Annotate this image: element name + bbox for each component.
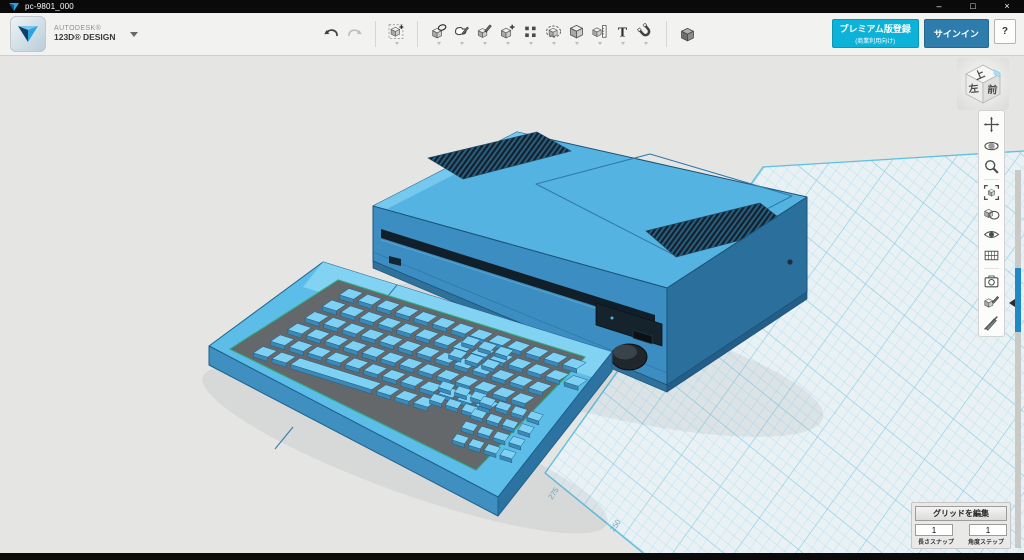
- undo-button[interactable]: [320, 26, 343, 43]
- app-logo-icon: [9, 2, 19, 12]
- transform-icon: [430, 23, 447, 40]
- sketch-button[interactable]: [450, 23, 473, 45]
- toolbar-separator: [375, 21, 376, 47]
- fit-view-icon[interactable]: [983, 184, 1000, 201]
- redo-button[interactable]: [343, 26, 366, 43]
- measure-icon: [591, 23, 608, 40]
- window-title: pc-9801_000: [25, 2, 74, 11]
- help-button[interactable]: ?: [994, 19, 1016, 44]
- text-tool-icon: T: [618, 24, 627, 39]
- edit-grid-button[interactable]: グリッドを編集: [915, 506, 1007, 521]
- modify-icon: [499, 23, 516, 40]
- power-led: [611, 317, 614, 320]
- close-button[interactable]: ×: [990, 0, 1024, 13]
- modify-button[interactable]: [496, 23, 519, 45]
- volume-knob: [611, 344, 647, 370]
- pattern-button[interactable]: [519, 23, 542, 45]
- nav-separator: [984, 268, 999, 269]
- view-cube[interactable]: 上 左 前: [957, 58, 1009, 110]
- panel-collapse-arrow-icon[interactable]: [1009, 299, 1015, 307]
- construct-icon: [476, 23, 493, 40]
- combine-icon: [568, 23, 585, 40]
- screenshot-icon[interactable]: [983, 273, 1000, 290]
- show-solids-icon[interactable]: [983, 294, 1000, 311]
- primitives-icon: [388, 23, 405, 40]
- account-actions: プレミアム版登録 (商業利用向け) サインイン ?: [832, 19, 1017, 48]
- combine-button[interactable]: [565, 23, 588, 45]
- minimize-button[interactable]: –: [922, 0, 956, 13]
- brand-text: AUTODESK® 123D® DESIGN: [54, 25, 116, 43]
- vertical-scrollbar-track[interactable]: [1015, 170, 1021, 548]
- dropdown-caret-icon: [460, 42, 464, 45]
- grid-edit-panel: グリッドを編集 長さスナップ 角度ステップ: [911, 502, 1011, 549]
- dropdown-caret-icon: [575, 42, 579, 45]
- pan-icon[interactable]: [983, 116, 1000, 133]
- viewport-3d[interactable]: 275 250: [0, 56, 1024, 553]
- shading-mode-icon[interactable]: [983, 205, 1000, 222]
- snap-button[interactable]: [634, 23, 657, 45]
- app-logo-tile: [10, 16, 46, 52]
- visibility-icon[interactable]: [983, 226, 1000, 243]
- tool-strip: T: [320, 13, 699, 55]
- measure-button[interactable]: [588, 23, 611, 45]
- vertical-scrollbar-thumb[interactable]: [1015, 268, 1021, 332]
- premium-label: プレミアム版登録: [840, 22, 911, 35]
- angle-step-label: 角度ステップ: [965, 537, 1007, 546]
- 123d-logo-icon: [17, 24, 39, 44]
- dropdown-caret-icon: [529, 42, 533, 45]
- construct-button[interactable]: [473, 23, 496, 45]
- view-nav-toolbar: [978, 110, 1005, 337]
- toolbar-separator: [417, 21, 418, 47]
- dropdown-caret-icon: [644, 42, 648, 45]
- premium-sublabel: (商業利用向け): [840, 36, 911, 45]
- title-bar: pc-9801_000 – □ ×: [0, 0, 1024, 13]
- grid-scale-icon[interactable]: [983, 247, 1000, 264]
- toolbar-separator: [666, 21, 667, 47]
- length-snap-label: 長さスナップ: [915, 537, 957, 546]
- brand-line2: 123D® DESIGN: [54, 33, 116, 43]
- dropdown-caret-icon: [395, 42, 399, 45]
- text-button[interactable]: T: [611, 23, 634, 45]
- dropdown-caret-icon: [483, 42, 487, 45]
- signin-button[interactable]: サインイン: [924, 19, 989, 48]
- dropdown-caret-icon: [621, 42, 625, 45]
- nav-separator: [984, 179, 999, 180]
- dropdown-caret-icon: [552, 42, 556, 45]
- material-button[interactable]: [676, 26, 699, 43]
- restore-button[interactable]: □: [956, 0, 990, 13]
- grouping-button[interactable]: [542, 23, 565, 45]
- material-icon: [679, 26, 696, 43]
- dropdown-caret-icon: [437, 42, 441, 45]
- menu-chevron-icon: [130, 32, 138, 37]
- viewcube-face-left[interactable]: 左: [967, 82, 979, 96]
- transform-button[interactable]: [427, 23, 450, 45]
- undo-icon: [323, 26, 340, 43]
- app-menu[interactable]: AUTODESK® 123D® DESIGN: [10, 16, 138, 52]
- viewcube-face-front[interactable]: 前: [987, 83, 998, 97]
- angle-step-input[interactable]: [969, 524, 1007, 536]
- pattern-icon: [522, 23, 539, 40]
- snap-magnet-icon: [637, 23, 654, 40]
- grouping-icon: [545, 23, 562, 40]
- primitives-button[interactable]: [385, 23, 408, 45]
- main-toolbar: AUTODESK® 123D® DESIGN: [0, 13, 1024, 56]
- redo-icon: [346, 26, 363, 43]
- length-snap-input[interactable]: [915, 524, 953, 536]
- scene-svg: 275 250: [0, 56, 1024, 553]
- bottom-black-bar: [0, 553, 1024, 560]
- sketch-icon: [453, 23, 470, 40]
- zoom-icon[interactable]: [983, 158, 1000, 175]
- hide-sketches-icon[interactable]: [983, 315, 1000, 332]
- premium-button[interactable]: プレミアム版登録 (商業利用向け): [832, 19, 919, 48]
- orbit-icon[interactable]: [983, 137, 1000, 154]
- window-controls: – □ ×: [922, 0, 1024, 13]
- dropdown-caret-icon: [598, 42, 602, 45]
- side-hole: [787, 259, 792, 264]
- dropdown-caret-icon: [506, 42, 510, 45]
